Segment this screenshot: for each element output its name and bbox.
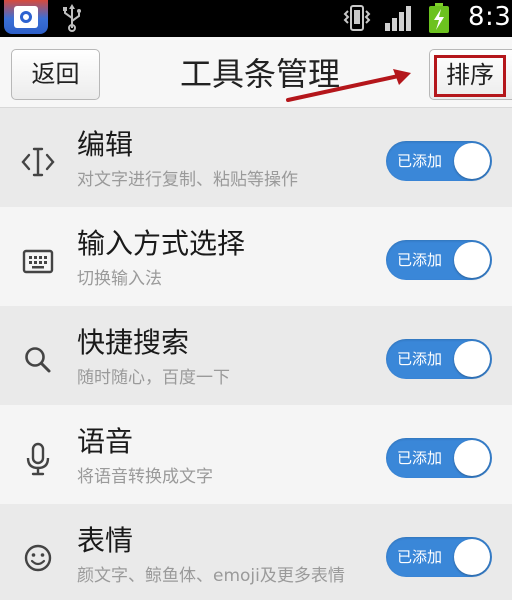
item-title: 表情 <box>77 524 134 557</box>
smiley-icon <box>24 544 52 572</box>
toggle-switch[interactable]: 已添加 <box>386 141 492 181</box>
title-bar: 返回 工具条管理 排序 <box>0 37 512 108</box>
back-button[interactable]: 返回 <box>11 49 100 100</box>
keyboard-icon <box>22 249 54 274</box>
toggle-switch[interactable]: 已添加 <box>386 240 492 280</box>
list-item-edit[interactable]: 编辑 对文字进行复制、粘贴等操作 已添加 <box>0 108 512 207</box>
toggle-knob[interactable] <box>454 242 490 278</box>
toggle-knob[interactable] <box>454 440 490 476</box>
toggle-knob[interactable] <box>454 143 490 179</box>
microphone-icon <box>26 442 50 476</box>
item-title: 输入方式选择 <box>77 227 246 260</box>
toggle-switch[interactable]: 已添加 <box>386 537 492 577</box>
toggle-label: 已添加 <box>397 350 443 368</box>
clock: 8:37 <box>468 2 512 32</box>
app-icon <box>4 0 48 34</box>
sort-button[interactable]: 排序 <box>429 49 512 100</box>
battery-charging-icon <box>429 3 449 33</box>
text-cursor-icon <box>21 147 55 177</box>
toggle-label: 已添加 <box>397 251 443 269</box>
toggle-label: 已添加 <box>397 548 443 566</box>
toolbar-item-list: 编辑 对文字进行复制、粘贴等操作 已添加 输入方式选择 切换输入法 已添加 快捷… <box>0 108 512 600</box>
usb-icon <box>63 4 81 32</box>
search-icon <box>25 347 51 373</box>
item-title: 快捷搜索 <box>77 326 190 359</box>
item-subtitle: 对文字进行复制、粘贴等操作 <box>77 170 298 190</box>
vibrate-icon <box>343 5 371 31</box>
toggle-switch[interactable]: 已添加 <box>386 339 492 379</box>
item-title: 语音 <box>77 425 134 458</box>
item-subtitle: 切换输入法 <box>77 269 162 289</box>
signal-icon <box>385 6 411 31</box>
item-subtitle: 颜文字、鲸鱼体、emoji及更多表情 <box>77 566 345 586</box>
item-title: 编辑 <box>77 128 134 161</box>
sort-button-label: 排序 <box>446 61 494 89</box>
toggle-label: 已添加 <box>397 449 443 467</box>
toggle-switch[interactable]: 已添加 <box>386 438 492 478</box>
item-subtitle: 将语音转换成文字 <box>77 467 213 487</box>
list-item-quick-search[interactable]: 快捷搜索 随时随心，百度一下 已添加 <box>0 306 512 405</box>
toggle-knob[interactable] <box>454 341 490 377</box>
annotation-arrow <box>286 69 411 102</box>
toggle-knob[interactable] <box>454 539 490 575</box>
status-bar: 8:37 <box>0 0 512 37</box>
list-item-input-method[interactable]: 输入方式选择 切换输入法 已添加 <box>0 207 512 306</box>
list-item-emoji[interactable]: 表情 颜文字、鲸鱼体、emoji及更多表情 已添加 <box>0 504 512 600</box>
list-item-voice[interactable]: 语音 将语音转换成文字 已添加 <box>0 405 512 504</box>
toggle-label: 已添加 <box>397 152 443 170</box>
item-subtitle: 随时随心，百度一下 <box>77 368 230 388</box>
